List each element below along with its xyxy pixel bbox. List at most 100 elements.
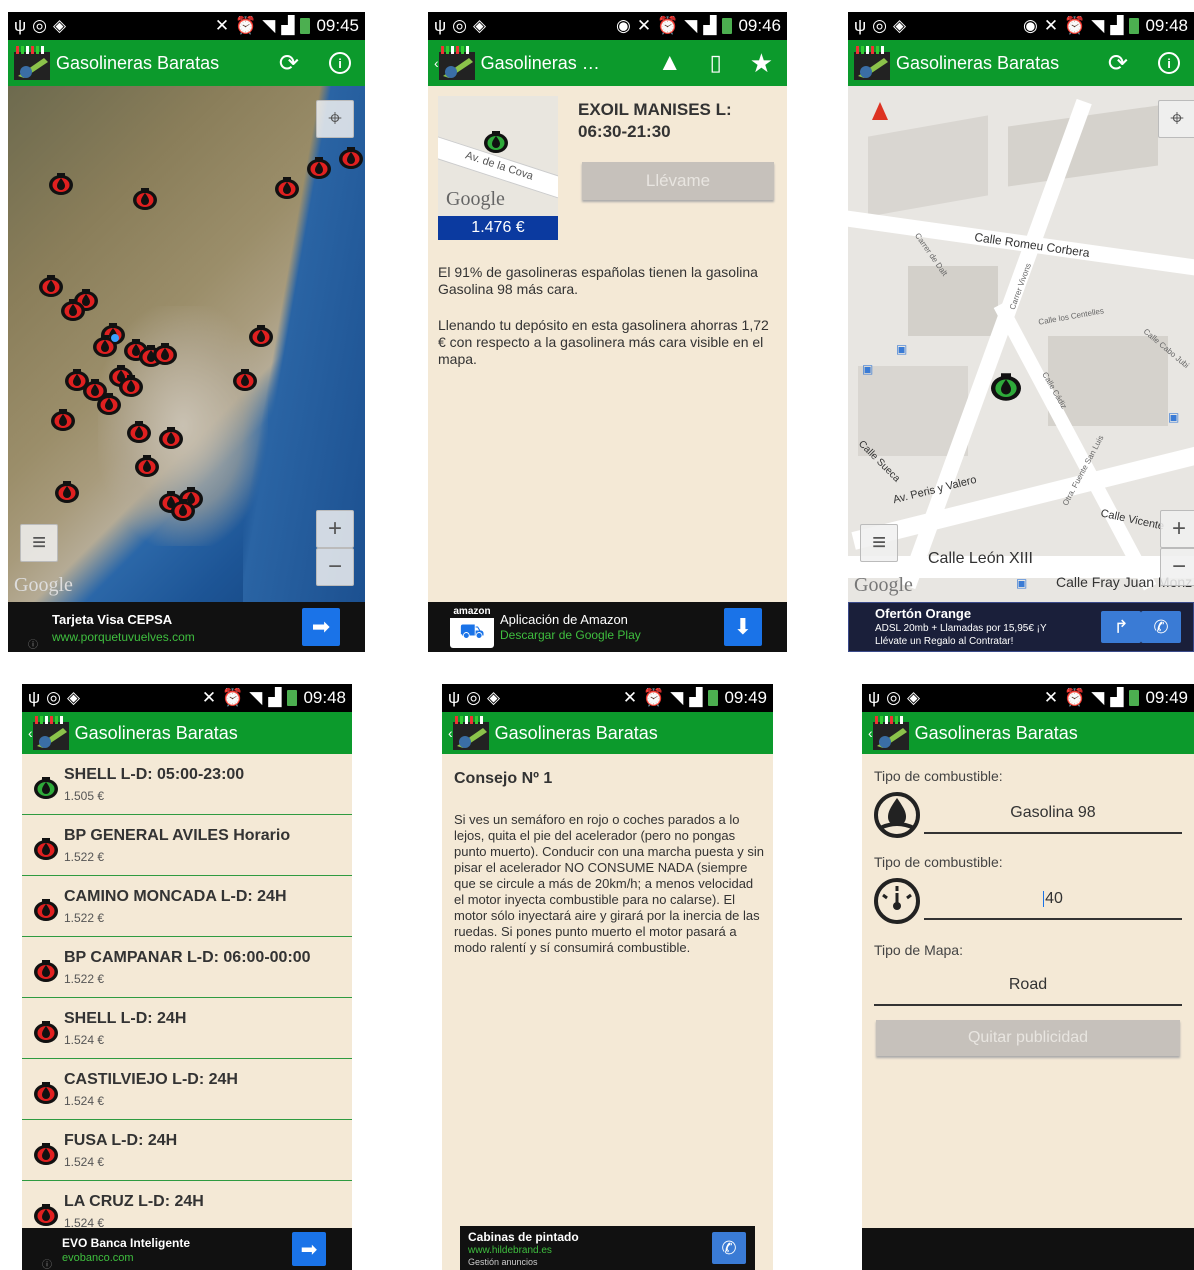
ad-download-button[interactable]: ⬇ [724, 608, 762, 646]
ad-title: Tarjeta Visa CEPSA [52, 612, 173, 627]
screen-station-detail: ψ ◎ ◈ ◉ ✕ ⏰ ◥ ▟ 09:46 ‹ Gasolineras Ba... ▲ ▯ ★… [428, 12, 787, 652]
map-icon[interactable]: ▯ [710, 50, 722, 76]
station-pin [49, 173, 73, 195]
info-icon[interactable]: i [1158, 52, 1180, 74]
satellite-map[interactable]: ⌖ ≡ + − Google [8, 86, 365, 602]
app-title: Gasolineras Baratas [494, 722, 658, 743]
clock: 09:45 [316, 16, 359, 35]
menu-button[interactable]: ≡ [860, 524, 898, 562]
map-type-select[interactable]: Road [874, 976, 1182, 1006]
whatsapp-icon: ◎ [872, 16, 887, 35]
app-logo-icon[interactable] [854, 46, 890, 80]
star-icon[interactable]: ★ [750, 48, 773, 79]
app-notification-icon: ◈ [66, 688, 81, 707]
remove-ads-button[interactable]: Quitar publicidad [876, 1020, 1180, 1056]
station-price: 1.522 € [64, 911, 105, 925]
amazon-brand: amazon [450, 606, 494, 618]
mute-icon: ✕ [201, 688, 217, 707]
mini-map[interactable]: Av. de la Cova Google [438, 96, 558, 216]
mute-icon: ✕ [1043, 16, 1059, 35]
station-pin [233, 369, 257, 391]
list-item[interactable]: CAMINO MONCADA L-D: 24H 1.522 € [22, 876, 352, 937]
google-watermark: Google [446, 188, 505, 210]
app-logo-icon[interactable] [452, 716, 489, 750]
ad-banner[interactable]: amazon ⛟ Aplicación de Amazon Descargar … [428, 602, 787, 652]
mute-icon: ✕ [1043, 688, 1059, 707]
usb-icon: ψ [28, 688, 41, 707]
battery-icon [722, 18, 733, 34]
station-pin-green-icon[interactable] [988, 372, 1024, 402]
wifi-icon: ◥ [262, 16, 276, 35]
screen-tip: ψ ◎ ◈ ✕ ⏰ ◥ ▟ 09:49 ‹ Gasolineras Baratas Cons… [442, 684, 773, 1270]
road-map[interactable]: Calle Romeu Corbera Calle León XIII Call… [848, 86, 1194, 602]
tank-capacity-value: 40 [1045, 890, 1063, 907]
list-item[interactable]: SHELL L-D: 24H 1.524 € [22, 998, 352, 1059]
my-location-button[interactable]: ⌖ [1158, 100, 1194, 138]
station-pin [55, 481, 79, 503]
phone-icon: ✆ [1153, 616, 1169, 637]
ad-arrow-button[interactable]: ➡ [302, 608, 340, 646]
station-pin [133, 188, 157, 210]
usb-icon: ψ [868, 688, 881, 707]
station-pin-green-icon [34, 777, 58, 799]
list-item[interactable]: BP CAMPANAR L-D: 06:00-00:00 1.522 € [22, 937, 352, 998]
ad-line2: Llévate un Regalo al Contratar! [875, 636, 1014, 647]
compass-icon[interactable] [872, 102, 888, 120]
station-pin-green-icon [484, 131, 508, 153]
station-pin [275, 177, 299, 199]
amazon-logo-icon: amazon ⛟ [450, 606, 494, 648]
take-me-button[interactable]: Llévame [582, 162, 774, 200]
usb-icon: ψ [434, 16, 447, 35]
fuel-type-select[interactable]: Gasolina 98 [924, 804, 1182, 834]
zoom-in-button[interactable]: + [1160, 510, 1194, 548]
ad-banner[interactable]: Cabinas de pintado www.hildebrand.es Ges… [460, 1226, 755, 1270]
app-notification-icon: ◈ [906, 688, 921, 707]
alarm-icon: ⏰ [235, 16, 257, 35]
ad-banner[interactable]: Ofertón Orange ADSL 20mb + Llamadas por … [848, 602, 1194, 652]
mute-icon: ✕ [622, 688, 638, 707]
ad-manage-label: Gestión anuncios [468, 1257, 538, 1267]
wifi-icon: ◥ [684, 16, 698, 35]
station-price: 1.524 € [64, 1155, 105, 1169]
user-location-dot [111, 334, 119, 342]
signal-icon: ▟ [1110, 16, 1124, 35]
screen-settings: ψ ◎ ◈ ✕ ⏰ ◥ ▟ 09:49 ‹ Gasolineras Baratas Tipo… [862, 684, 1194, 1270]
bus-stop-icon: ▣ [1016, 576, 1028, 590]
ad-banner[interactable]: Tarjeta Visa CEPSA www.porquetuvuelves.c… [8, 602, 365, 652]
ad-share-button[interactable]: ↱ [1101, 611, 1141, 643]
refresh-icon[interactable]: ⟳ [279, 49, 299, 78]
tank-capacity-input[interactable]: 40 [924, 890, 1182, 920]
list-item[interactable]: FUSA L-D: 24H 1.524 € [22, 1120, 352, 1181]
app-logo-icon[interactable] [14, 46, 50, 80]
station-price: 1.524 € [64, 1094, 105, 1108]
alarm-icon: ⏰ [1064, 688, 1086, 707]
station-title: EXOIL MANISES L: [578, 100, 732, 119]
ad-banner[interactable]: EVO Banca Inteligente evobanco.com ⓘ ➡ [22, 1228, 352, 1270]
station-name: BP CAMPANAR L-D: 06:00-00:00 [64, 949, 311, 966]
list-item[interactable]: CASTILVIEJO L-D: 24H 1.524 € [22, 1059, 352, 1120]
ad-call-button[interactable]: ✆ [1141, 611, 1181, 643]
comparison-text: El 91% de gasolineras españolas tienen l… [438, 264, 758, 297]
info-icon[interactable]: i [329, 52, 351, 74]
signal-icon: ▟ [1110, 688, 1124, 707]
ad-info-icon[interactable]: ⓘ [28, 636, 38, 651]
text-cursor [1043, 890, 1045, 907]
usb-icon: ψ [14, 16, 27, 35]
ad-title: EVO Banca Inteligente [62, 1236, 191, 1250]
app-logo-icon[interactable] [32, 716, 69, 750]
refresh-icon[interactable]: ⟳ [1108, 49, 1128, 78]
signal-icon: ▟ [703, 16, 717, 35]
zoom-out-button[interactable]: − [1160, 548, 1194, 586]
ad-call-button[interactable]: ✆ [712, 1232, 746, 1264]
app-logo-icon[interactable] [872, 716, 909, 750]
status-bar: ψ ◎ ◈ ✕ ⏰ ◥ ▟ 09:48 [22, 684, 352, 712]
ad-arrow-button[interactable]: ➡ [292, 1232, 326, 1266]
app-logo-icon[interactable] [438, 46, 475, 80]
list-item[interactable]: SHELL L-D: 05:00-23:00 1.505 € [22, 754, 352, 815]
station-pin [339, 147, 363, 169]
ad-info-icon[interactable]: ⓘ [42, 1256, 52, 1270]
battery-icon [300, 18, 311, 34]
list-item[interactable]: BP GENERAL AVILES Horario 1.522 € [22, 815, 352, 876]
navigate-icon[interactable]: ▲ [658, 49, 682, 77]
eye-icon: ◉ [616, 16, 631, 35]
